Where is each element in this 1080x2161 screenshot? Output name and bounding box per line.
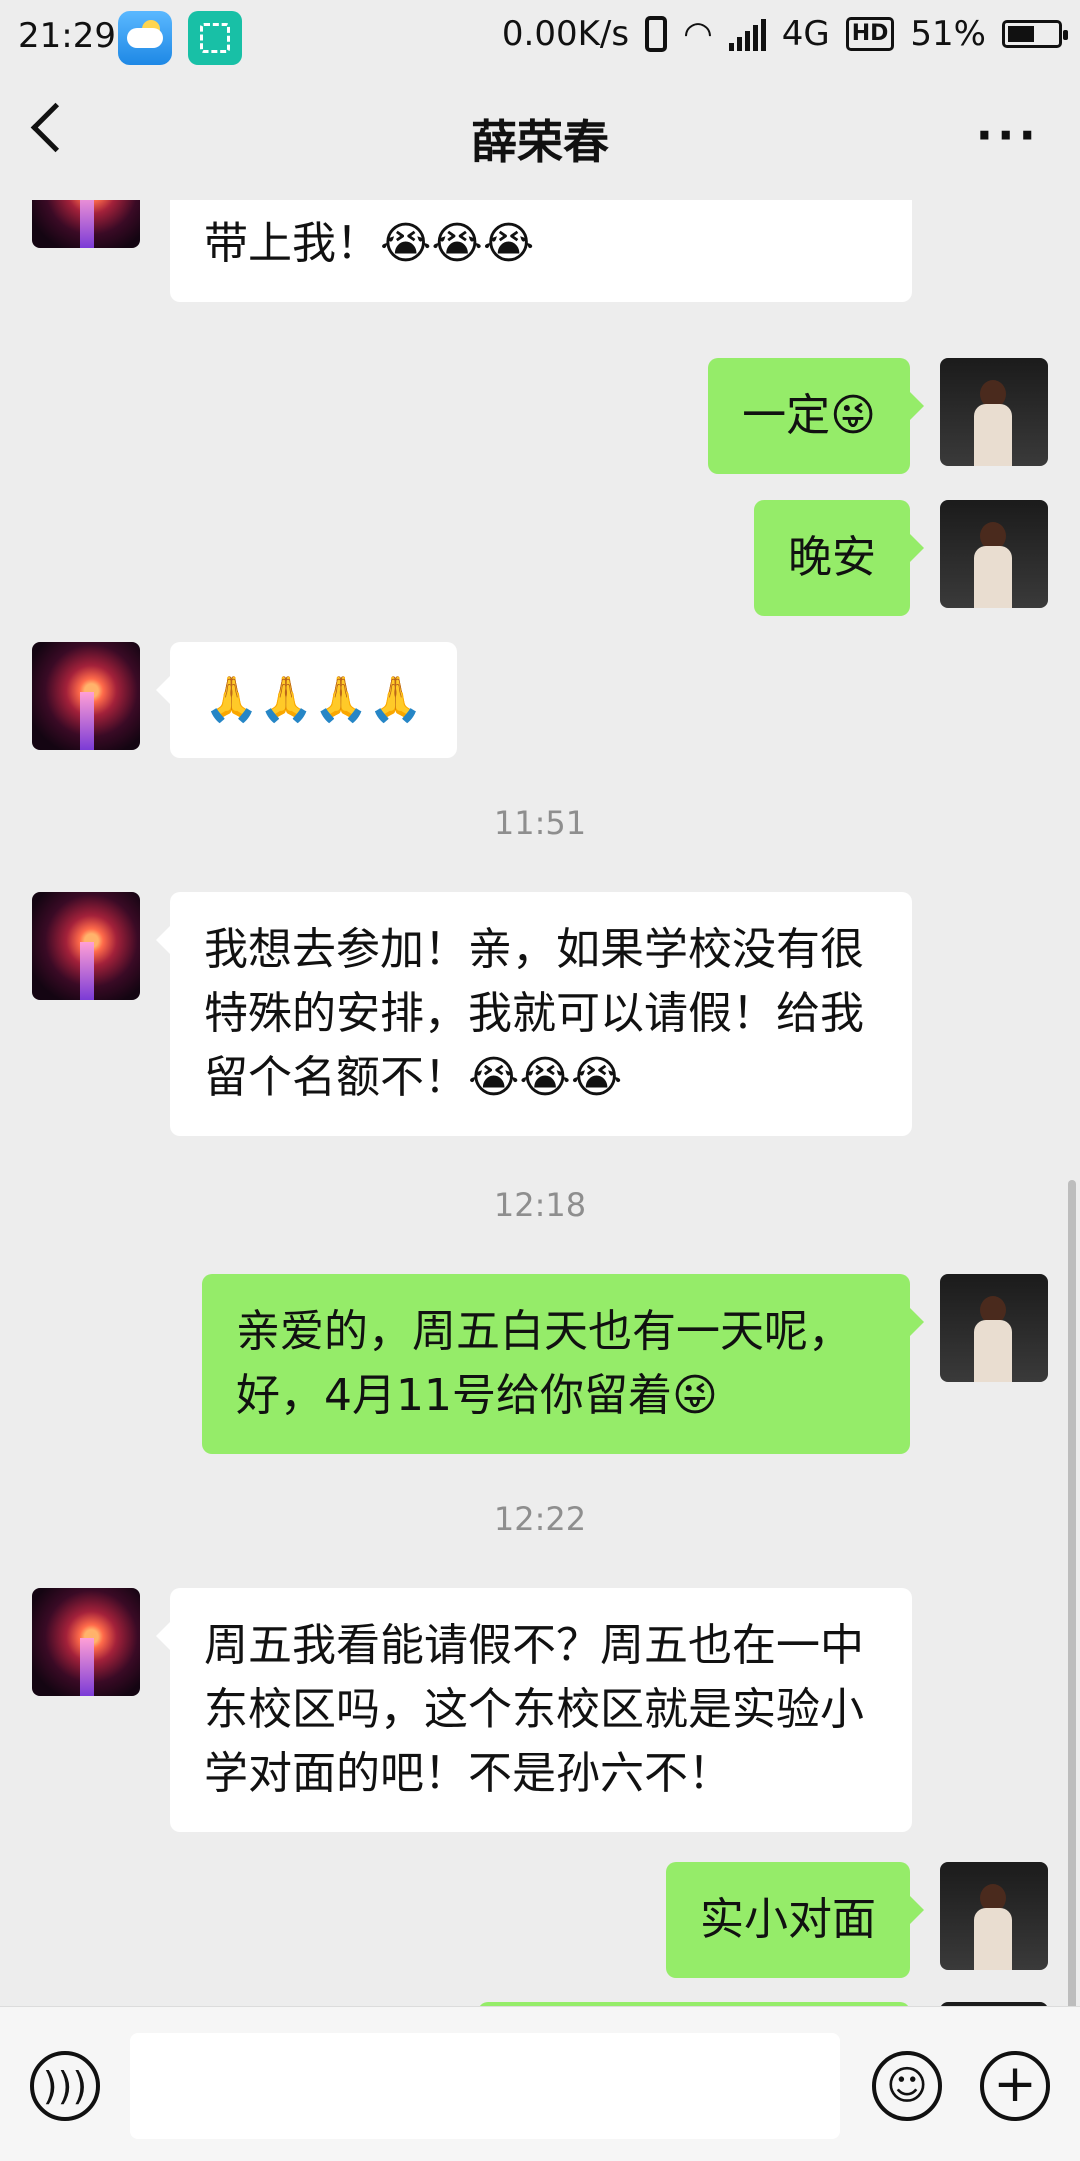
- my-avatar[interactable]: [940, 1274, 1048, 1382]
- plus-icon[interactable]: +: [980, 2051, 1050, 2121]
- voice-icon[interactable]: ))): [30, 2051, 100, 2121]
- message-bubble-left[interactable]: 🙏🙏🙏🙏: [155, 642, 458, 758]
- battery-percent: 51%: [910, 14, 986, 54]
- my-avatar[interactable]: [940, 1862, 1048, 1970]
- scan-icon: [188, 11, 242, 65]
- timestamp: 12:18: [493, 1186, 587, 1224]
- status-time: 21:29: [18, 16, 116, 56]
- message-list[interactable]: 佩服您的学习力！有好的学习机会带上我！😭😭😭 一定😜 晚安 🙏🙏🙏🙏 11:51…: [0, 200, 1080, 2006]
- vibrate-icon: [645, 16, 668, 52]
- weather-app-icon: [118, 11, 172, 65]
- message-bubble-left[interactable]: 佩服您的学习力！有好的学习机会带上我！😭😭😭: [170, 200, 912, 302]
- wifi-icon: ◠: [683, 14, 713, 54]
- hd-badge: HD: [845, 17, 895, 51]
- message-input[interactable]: [130, 2033, 840, 2139]
- network-type: 4G: [781, 14, 830, 54]
- my-avatar[interactable]: [940, 500, 1048, 608]
- net-speed: 0.00K/s: [501, 14, 630, 54]
- contact-avatar[interactable]: [32, 642, 140, 750]
- status-bar: 21:29 0.00K/s ◠ 4G HD 51%: [0, 0, 1080, 76]
- contact-avatar[interactable]: [32, 892, 140, 1000]
- timestamp: 11:51: [493, 804, 587, 842]
- emoji-icon[interactable]: ☺: [872, 2051, 942, 2121]
- message-bubble-right[interactable]: 晚安: [754, 500, 924, 616]
- my-avatar[interactable]: [940, 358, 1048, 466]
- message-bubble-right[interactable]: 一定😜: [708, 358, 924, 474]
- message-bubble-right[interactable]: 亲爱的，周五白天也有一天呢，好，4月11号给你留着😜: [202, 1274, 924, 1454]
- input-bar: ))) ☺ +: [0, 2006, 1080, 2161]
- signal-icon: [728, 17, 766, 51]
- scrollbar[interactable]: [1068, 1180, 1076, 2006]
- contact-avatar[interactable]: [32, 200, 140, 248]
- battery-icon: [1002, 20, 1068, 48]
- message-bubble-left[interactable]: 我想去参加！亲，如果学校没有很特殊的安排，我就可以请假！给我留个名额不！😭😭😭: [156, 892, 912, 1136]
- chat-header: 薛荣春 ···: [0, 76, 1080, 200]
- contact-avatar[interactable]: [32, 1588, 140, 1696]
- message-bubble-left[interactable]: 周五我看能请假不？周五也在一中东校区吗，这个东校区就是实验小学对面的吧！不是孙六…: [156, 1588, 912, 1832]
- timestamp: 12:22: [493, 1500, 587, 1538]
- chat-title: 薛荣春: [471, 115, 609, 169]
- message-bubble-right[interactable]: 实小对面: [666, 1862, 924, 1978]
- more-options-icon[interactable]: ···: [976, 108, 1040, 162]
